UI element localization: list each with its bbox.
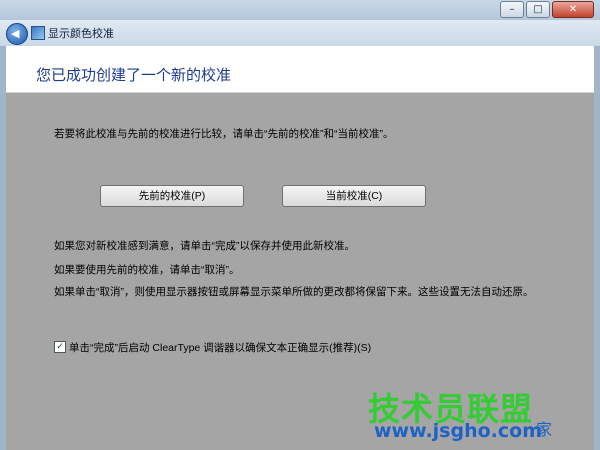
back-button[interactable]: ◀ xyxy=(6,23,28,45)
window-controls: – □ ✕ xyxy=(500,1,594,18)
back-arrow-icon: ◀ xyxy=(11,27,20,40)
page-header: 您已成功创建了一个新的校准 xyxy=(6,46,594,93)
display-calibration-icon xyxy=(31,26,45,40)
compare-instructions: 若要将此校准与先前的校准进行比较，请单击“先前的校准”和“当前校准”。 xyxy=(54,128,394,140)
info-text-cancel: 如果要使用先前的校准，请单击“取消”。 xyxy=(54,264,240,276)
navigation-bar: ◀ 显示颜色校准 xyxy=(0,20,600,46)
page-title: 您已成功创建了一个新的校准 xyxy=(36,66,232,84)
window-title: 显示颜色校准 xyxy=(48,27,114,40)
maximize-button[interactable]: □ xyxy=(526,1,550,18)
current-calibration-button[interactable]: 当前校准(C) xyxy=(282,185,426,207)
info-text-cancel-warning: 如果单击“取消”，则使用显示器按钮或屏幕显示菜单所做的更改都将保留下来。这些设置… xyxy=(54,286,534,298)
minimize-button[interactable]: – xyxy=(500,1,524,18)
window-titlebar: – □ ✕ xyxy=(0,0,600,20)
info-text-done: 如果您对新校准感到满意，请单击“完成”以保存并使用此新校准。 xyxy=(54,240,355,252)
watermark-tail: 家 xyxy=(536,420,553,439)
previous-calibration-button[interactable]: 先前的校准(P) xyxy=(100,185,244,207)
cleartype-checkbox-label[interactable]: 单击“完成”后启动 ClearType 调谐器以确保文本正确显示(推荐)(S) xyxy=(69,340,371,355)
watermark-url: www.jsgho.com xyxy=(374,420,542,442)
cleartype-checkbox[interactable]: ✓ xyxy=(54,341,66,353)
close-button[interactable]: ✕ xyxy=(552,1,594,18)
